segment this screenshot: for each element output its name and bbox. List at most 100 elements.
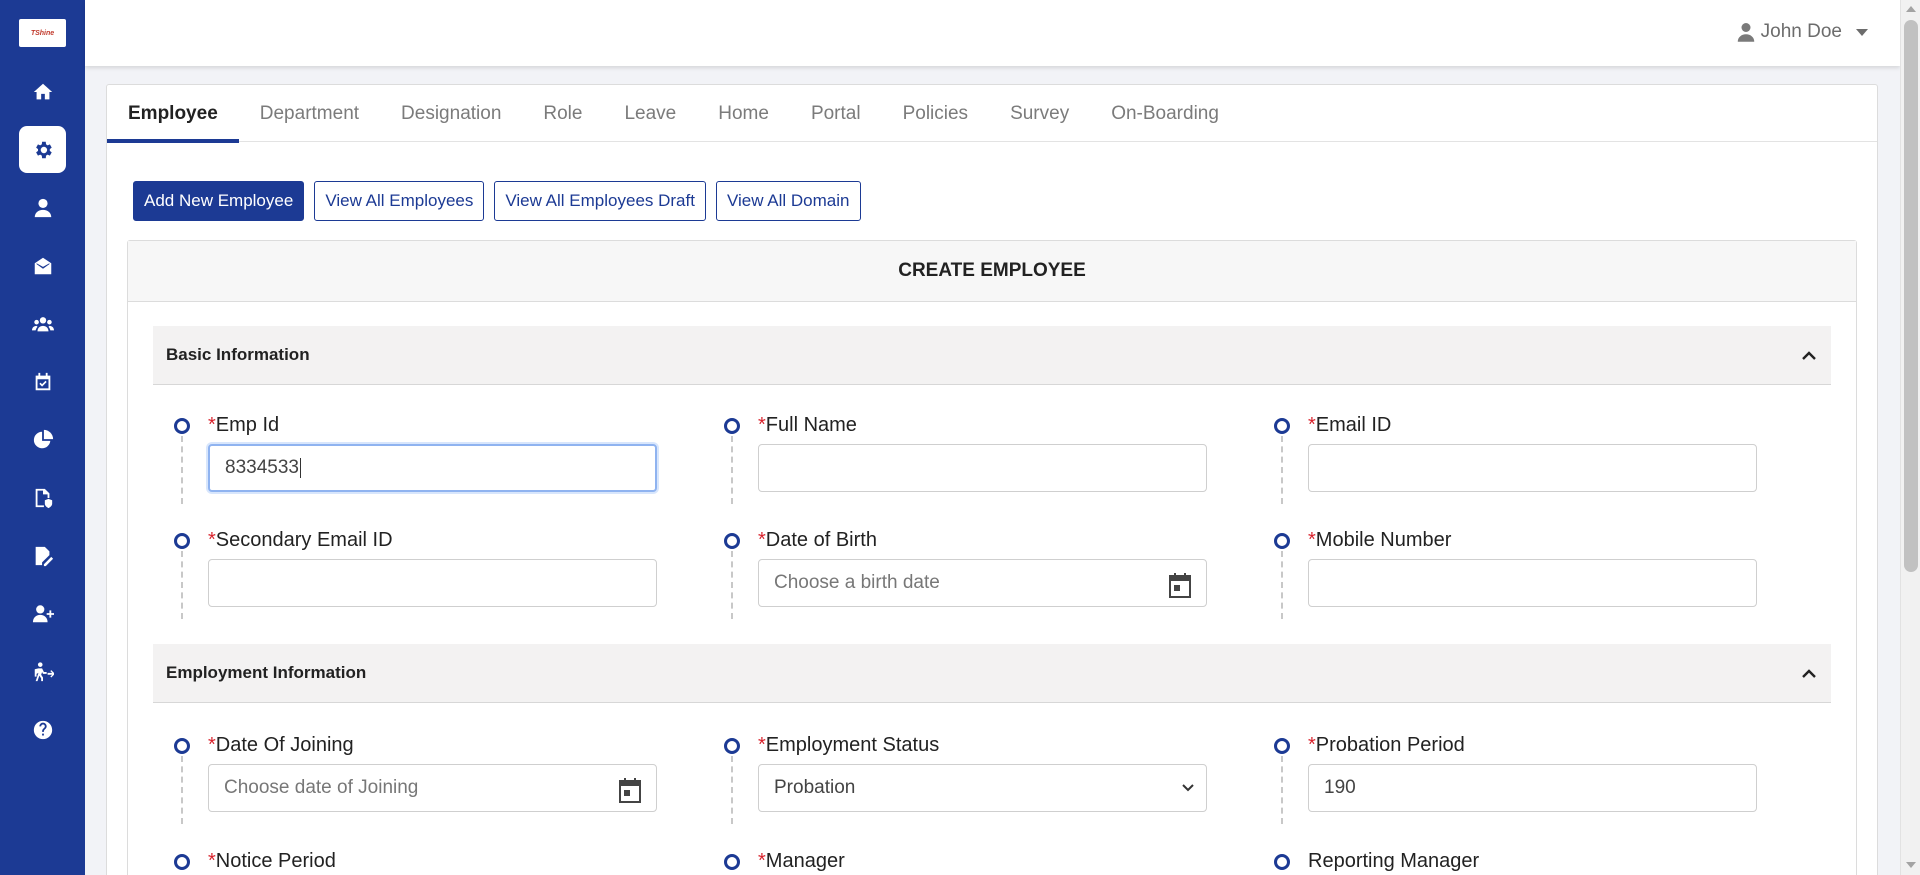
page-scrollbar[interactable] [1900,0,1920,875]
timeline-dot [1274,854,1290,870]
probation-period-input[interactable]: 190 [1308,764,1757,812]
secondary-email-input[interactable] [208,559,657,607]
sidebar-item-onboard[interactable] [19,590,66,637]
chevron-up-icon[interactable] [1801,666,1817,682]
timeline-line [181,436,183,504]
timeline-line [731,436,733,504]
required-marker: * [758,734,766,756]
field-label: *Secondary Email ID [208,529,393,552]
sidebar-item-home[interactable] [19,68,66,115]
sidebar-item-reports[interactable] [19,416,66,463]
timeline-line [1281,756,1283,824]
field-label: *Employment Status [758,734,939,757]
required-marker: * [758,529,766,551]
sidebar-item-mail[interactable] [19,242,66,289]
top-bar: John Doe [85,0,1900,66]
date-of-birth-input[interactable]: Choose a birth date [758,559,1207,607]
section-employment-information[interactable]: Employment Information [153,644,1831,703]
app-logo[interactable]: TShine [19,19,66,47]
field-label: *Email ID [1308,414,1391,437]
tab-portal[interactable]: Portal [790,85,882,142]
label-text: Date Of Joining [215,734,354,756]
calendar-icon[interactable] [1168,572,1192,598]
panel-title: CREATE EMPLOYEE [128,241,1856,302]
sidebar-item-policies[interactable] [19,474,66,521]
user-menu[interactable]: John Doe [1737,21,1868,43]
employment-status-select[interactable]: Probation [758,764,1207,812]
tab-on-boarding[interactable]: On-Boarding [1090,85,1240,142]
tab-home[interactable]: Home [697,85,790,142]
person-exit-icon [34,661,54,681]
timeline-dot [724,418,740,434]
timeline-dot [174,854,190,870]
add-new-employee-button[interactable]: Add New Employee [133,181,305,221]
home-icon [33,83,52,99]
gear-icon [35,141,52,158]
label-text: Manager [765,850,845,872]
field-label: *Probation Period [1308,734,1465,757]
sidebar-item-profile[interactable] [19,184,66,231]
user-icon [1737,23,1754,42]
pie-chart-icon [33,429,53,448]
required-marker: * [208,529,216,551]
tab-survey[interactable]: Survey [989,85,1090,142]
tab-designation[interactable]: Designation [380,85,522,142]
calendar-icon[interactable] [618,777,642,803]
label-text: Emp Id [215,414,280,436]
tab-role[interactable]: Role [522,85,603,142]
emp-id-input[interactable]: 8334533 [208,444,657,492]
input-value: 190 [1324,777,1356,798]
mobile-number-input[interactable] [1308,559,1757,607]
field-label: *Manager [758,850,845,873]
tab-leave[interactable]: Leave [603,85,697,142]
label-text: Date of Birth [765,529,877,551]
sidebar-item-team[interactable] [19,300,66,347]
label-text: Reporting Manager [1308,850,1480,872]
required-marker: * [758,850,766,872]
timeline-dot [724,854,740,870]
input-placeholder: Choose a birth date [774,572,940,593]
chevron-up-icon[interactable] [1801,348,1817,364]
mail-icon [34,257,51,274]
required-marker: * [1308,414,1316,436]
section-title: Basic Information [166,345,310,364]
sidebar-item-documents[interactable] [19,532,66,579]
required-marker: * [208,850,216,872]
help-icon [33,720,52,739]
timeline-dot [1274,418,1290,434]
file-edit-icon [35,546,53,566]
field-label: *Date of Birth [758,529,877,552]
sidebar-item-help[interactable] [19,706,66,753]
sidebar: TShine [0,0,85,875]
scroll-thumb[interactable] [1904,20,1918,572]
tab-employee[interactable]: Employee [107,85,239,143]
scroll-up-arrow-icon[interactable] [1906,6,1916,12]
tab-department[interactable]: Department [239,85,380,142]
label-text: Secondary Email ID [215,529,393,551]
full-name-input[interactable] [758,444,1207,492]
view-all-employees-button[interactable]: View All Employees [314,181,485,221]
field-label: *Date Of Joining [208,734,354,757]
tab-policies[interactable]: Policies [882,85,989,142]
input-placeholder: Choose date of Joining [224,777,419,798]
section-basic-information[interactable]: Basic Information [153,326,1831,385]
field-label: *Mobile Number [1308,529,1451,552]
email-id-input[interactable] [1308,444,1757,492]
file-shield-icon [35,488,52,508]
field-label: Reporting Manager [1308,850,1479,873]
sidebar-item-exit[interactable] [19,648,66,695]
input-value: 8334533 [225,457,299,478]
user-icon [34,198,51,217]
chevron-down-icon [1856,28,1868,36]
required-marker: * [758,414,766,436]
scroll-down-arrow-icon[interactable] [1906,862,1916,868]
timeline-line [1281,551,1283,619]
sidebar-item-settings[interactable] [19,126,66,173]
timeline-dot [1274,738,1290,754]
date-of-joining-input[interactable]: Choose date of Joining [208,764,657,812]
calendar-check-icon [35,372,50,390]
chevron-down-icon [1182,784,1194,792]
view-all-domain-button[interactable]: View All Domain [715,181,861,221]
view-all-employees-draft-button[interactable]: View All Employees Draft [494,181,706,221]
sidebar-item-calendar[interactable] [19,358,66,405]
